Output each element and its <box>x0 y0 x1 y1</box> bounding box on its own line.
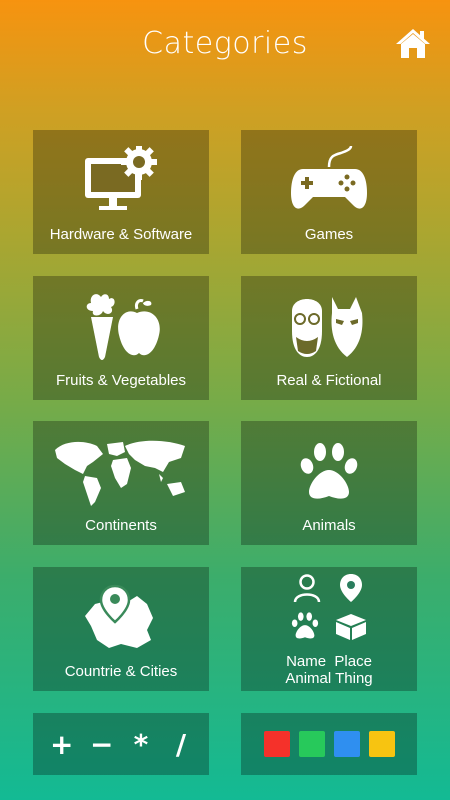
category-name-place-animal-thing[interactable]: Name Place Animal Thing <box>241 567 417 691</box>
color-swatch-yellow <box>368 731 395 757</box>
tile-label-line-2: Animal Thing <box>285 670 373 687</box>
tile-label: Games <box>304 226 354 243</box>
math-operations-tile[interactable]: + − * / <box>33 713 209 775</box>
home-button[interactable] <box>393 26 433 60</box>
paw-print-icon <box>300 443 358 499</box>
plus-operator: + <box>50 727 74 761</box>
category-fruits-vegetables[interactable]: Fruits & Vegetables <box>33 276 209 400</box>
box-icon <box>336 614 366 640</box>
tile-label: Fruits & Vegetables <box>55 372 187 389</box>
color-swatch-red <box>263 731 290 757</box>
tile-label: Real & Fictional <box>276 372 382 389</box>
colors-tile[interactable] <box>241 713 417 775</box>
color-swatches <box>241 713 417 775</box>
category-continents[interactable]: Continents <box>33 421 209 545</box>
category-countries-cities[interactable]: Countrie & Cities <box>33 567 209 691</box>
person-icon <box>293 574 321 603</box>
person-mask-icon <box>292 297 363 357</box>
divide-operator: / <box>175 727 187 761</box>
category-games[interactable]: Games <box>241 130 417 254</box>
minus-operator: − <box>90 727 114 761</box>
map-pin-country-icon <box>85 584 153 648</box>
color-swatch-blue <box>333 731 360 757</box>
color-swatch-green <box>298 731 325 757</box>
category-real-fictional[interactable]: Real & Fictional <box>241 276 417 400</box>
gamepad-icon <box>291 145 367 209</box>
computer-gear-icon <box>85 146 157 210</box>
tile-label: Countrie & Cities <box>64 663 178 680</box>
category-animals[interactable]: Animals <box>241 421 417 545</box>
tile-label: Continents <box>85 517 157 534</box>
math-operators: + − * / <box>33 713 209 775</box>
home-icon <box>396 29 430 58</box>
paw-icon <box>291 612 319 639</box>
tile-label: Animals <box>302 517 356 534</box>
location-pin-icon <box>340 574 362 602</box>
page-title: Categories <box>142 26 308 61</box>
multiply-operator: * <box>133 727 149 761</box>
npat-icons <box>241 573 417 641</box>
category-hardware-software[interactable]: Hardware & Software <box>33 130 209 254</box>
tile-label: Hardware & Software <box>49 226 193 243</box>
tile-label-line-1: Name Place <box>286 653 372 670</box>
tile-label: Name Place Animal Thing <box>241 653 417 687</box>
carrot-apple-icon <box>86 294 160 360</box>
world-map-icon <box>55 440 185 506</box>
